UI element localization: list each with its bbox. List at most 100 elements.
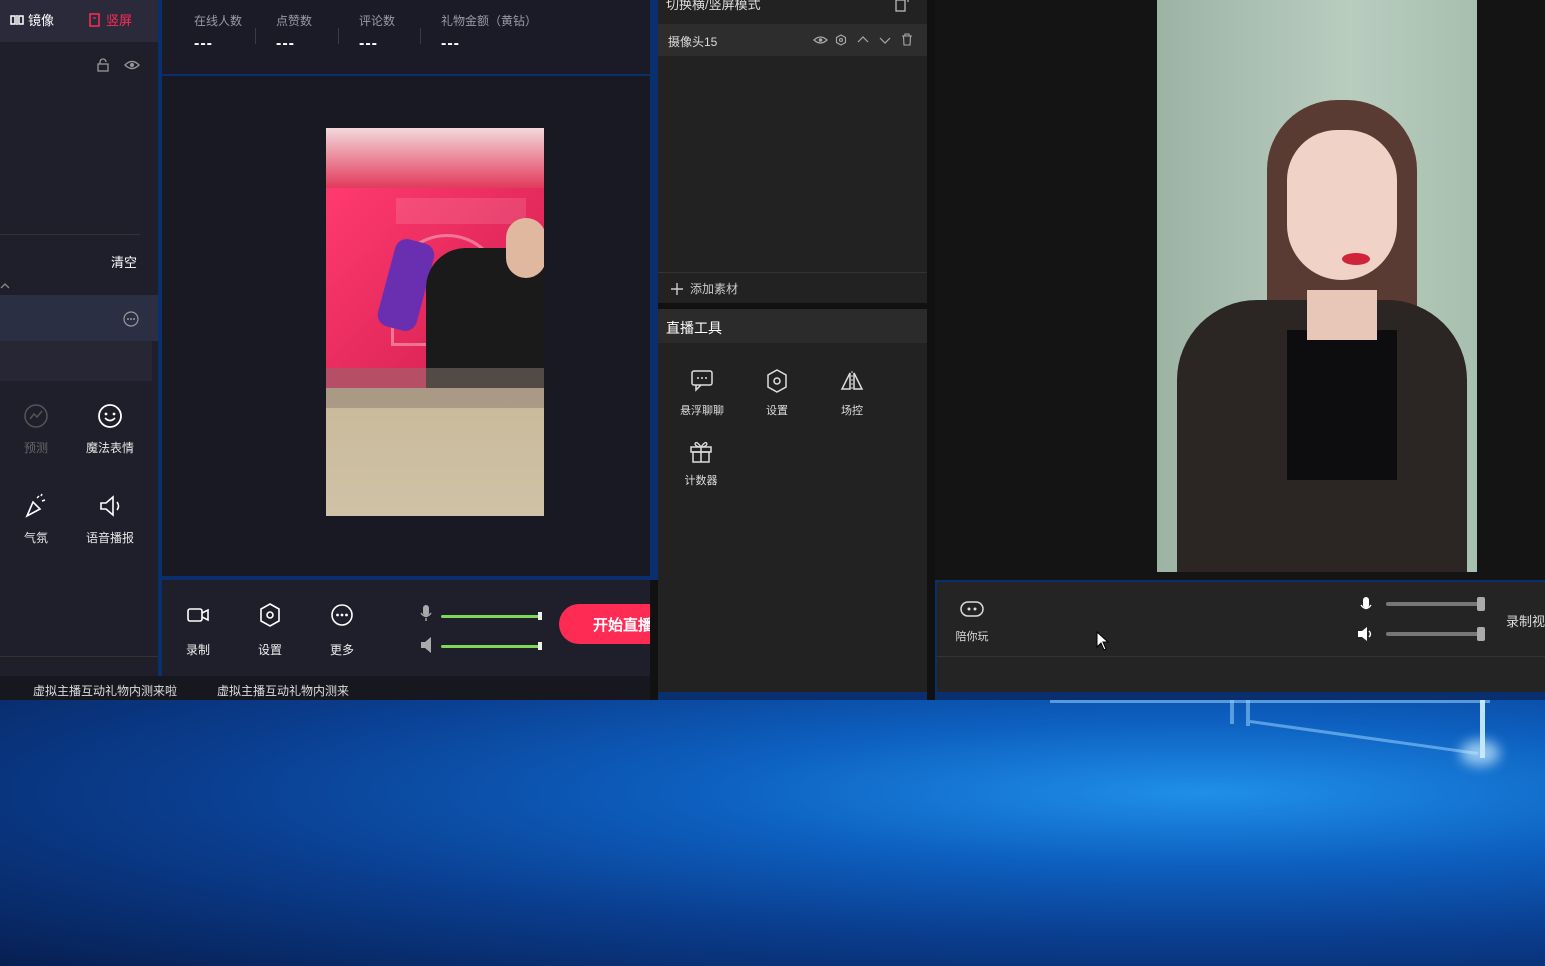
preview-control-bar bbox=[937, 582, 1545, 692]
announcement-text[interactable]: 虚拟主播互动礼物内测来 bbox=[217, 682, 349, 699]
eye-icon[interactable] bbox=[813, 34, 828, 46]
divider bbox=[420, 28, 421, 44]
vertical-screen-button[interactable]: 竖屏 bbox=[88, 10, 132, 29]
mouse-cursor-icon bbox=[1096, 631, 1110, 651]
microphone-icon[interactable] bbox=[1359, 596, 1373, 614]
selected-list-row[interactable] bbox=[0, 295, 158, 341]
switch-orientation-icon[interactable] bbox=[894, 0, 910, 12]
play-with-you-label: 陪你玩 bbox=[955, 631, 989, 643]
settings-button[interactable]: 设置 bbox=[245, 602, 295, 658]
predict-label: 预测 bbox=[23, 441, 48, 455]
more-label: 更多 bbox=[329, 643, 354, 657]
slider-handle[interactable] bbox=[538, 612, 542, 620]
slider-handle[interactable] bbox=[1477, 597, 1485, 611]
stat-gift-amount: 礼物金额（黄钻） --- bbox=[441, 12, 537, 53]
stat-online: 在线人数 --- bbox=[194, 12, 242, 53]
play-with-you-button[interactable]: 陪你玩 bbox=[950, 598, 994, 644]
hexagon-settings-icon bbox=[260, 603, 280, 627]
divider bbox=[338, 28, 339, 44]
stat-value: --- bbox=[194, 35, 213, 52]
speaker-volume-slider[interactable] bbox=[441, 645, 541, 648]
magic-emoji-label: 魔法表情 bbox=[85, 441, 134, 455]
magic-emoji-tool[interactable]: 魔法表情 bbox=[78, 402, 142, 456]
eye-icon[interactable] bbox=[124, 58, 140, 72]
atmosphere-tool[interactable]: 气氛 bbox=[4, 492, 68, 546]
floating-chat-tool[interactable]: 悬浮聊聊 bbox=[672, 368, 732, 418]
gamepad-icon bbox=[960, 601, 984, 617]
list-spacer bbox=[0, 341, 152, 381]
volume-icon[interactable] bbox=[1357, 627, 1375, 641]
divider bbox=[937, 656, 1545, 657]
divider bbox=[255, 28, 256, 44]
chevron-up-icon[interactable] bbox=[0, 282, 10, 290]
add-material-button[interactable]: 添加素材 bbox=[670, 280, 738, 297]
chevron-down-icon[interactable] bbox=[879, 35, 891, 45]
record-video-button[interactable]: 录制视 bbox=[1506, 611, 1545, 630]
window-edge bbox=[650, 580, 658, 700]
lock-icon[interactable] bbox=[96, 58, 110, 72]
vertical-screen-label: 竖屏 bbox=[106, 13, 133, 28]
stat-label: 点赞数 bbox=[276, 14, 313, 28]
room-control-tool[interactable]: 场控 bbox=[822, 368, 882, 418]
trend-icon bbox=[24, 404, 48, 428]
camera-name: 摄像头15 bbox=[668, 35, 718, 49]
left-top-bar: 镜像 竖屏 bbox=[0, 0, 158, 42]
stat-value: --- bbox=[359, 35, 378, 52]
mirror-button[interactable]: 镜像 bbox=[10, 10, 54, 29]
add-material-label: 添加素材 bbox=[690, 282, 739, 296]
stat-label: 评论数 bbox=[359, 14, 396, 28]
speaker-icon[interactable] bbox=[419, 636, 435, 654]
settings-icon[interactable] bbox=[835, 34, 847, 46]
predict-tool[interactable]: 预测 bbox=[4, 402, 68, 456]
source-panel bbox=[658, 0, 927, 692]
more-button[interactable]: 更多 bbox=[317, 602, 367, 658]
divider bbox=[0, 656, 158, 657]
floating-chat-label: 悬浮聊聊 bbox=[680, 405, 724, 417]
panel-title: 切换横/竖屏模式 bbox=[666, 0, 761, 12]
voice-broadcast-tool[interactable]: 语音播报 bbox=[78, 492, 142, 546]
window-edge bbox=[927, 0, 935, 700]
slider-handle[interactable] bbox=[1477, 627, 1485, 641]
more-icon[interactable] bbox=[123, 311, 139, 327]
stats-bar: 在线人数 --- 点赞数 --- 评论数 --- 礼物金额（黄钻） --- bbox=[162, 0, 650, 74]
record-label: 录制 bbox=[185, 643, 210, 657]
microphone-volume-slider[interactable] bbox=[1386, 602, 1482, 606]
record-button[interactable]: 录制 bbox=[173, 602, 223, 658]
announcement-text[interactable]: 虚拟主播互动礼物内测来啦 bbox=[33, 682, 177, 699]
hexagon-settings-icon bbox=[767, 369, 787, 393]
microphone-volume-slider[interactable] bbox=[441, 615, 541, 618]
slider-handle[interactable] bbox=[538, 642, 542, 650]
plus-icon bbox=[671, 282, 683, 295]
divider bbox=[658, 272, 927, 273]
party-icon bbox=[25, 493, 46, 518]
voice-broadcast-label: 语音播报 bbox=[85, 531, 134, 545]
video-camera-icon bbox=[187, 608, 209, 622]
live-settings-label: 设置 bbox=[766, 405, 788, 417]
microphone-icon[interactable] bbox=[419, 604, 433, 622]
speaker-volume-slider[interactable] bbox=[1386, 632, 1482, 636]
camera-preview-video bbox=[1157, 0, 1477, 572]
stat-comments: 评论数 --- bbox=[359, 12, 395, 53]
counter-tool[interactable]: 计数器 bbox=[671, 438, 731, 488]
smile-icon bbox=[98, 404, 122, 428]
counter-label: 计数器 bbox=[684, 475, 718, 487]
stat-value: --- bbox=[276, 35, 295, 52]
mirror-icon bbox=[10, 14, 24, 25]
live-settings-tool[interactable]: 设置 bbox=[747, 368, 807, 418]
atmosphere-label: 气氛 bbox=[23, 531, 48, 545]
chat-icon bbox=[691, 370, 713, 392]
stat-likes: 点赞数 --- bbox=[276, 12, 312, 53]
vertical-screen-icon bbox=[89, 12, 100, 27]
divider bbox=[0, 234, 140, 235]
room-control-label: 场控 bbox=[841, 405, 863, 417]
stat-value: --- bbox=[441, 35, 460, 52]
desktop-wallpaper bbox=[0, 700, 1545, 966]
flip-icon bbox=[840, 371, 864, 391]
chevron-up-icon[interactable] bbox=[857, 35, 869, 45]
speaker-icon bbox=[100, 495, 120, 517]
mirror-label: 镜像 bbox=[28, 13, 55, 28]
more-icon bbox=[331, 604, 353, 626]
settings-label: 设置 bbox=[257, 643, 282, 657]
trash-icon[interactable] bbox=[901, 33, 913, 46]
live-preview-video bbox=[326, 128, 544, 516]
